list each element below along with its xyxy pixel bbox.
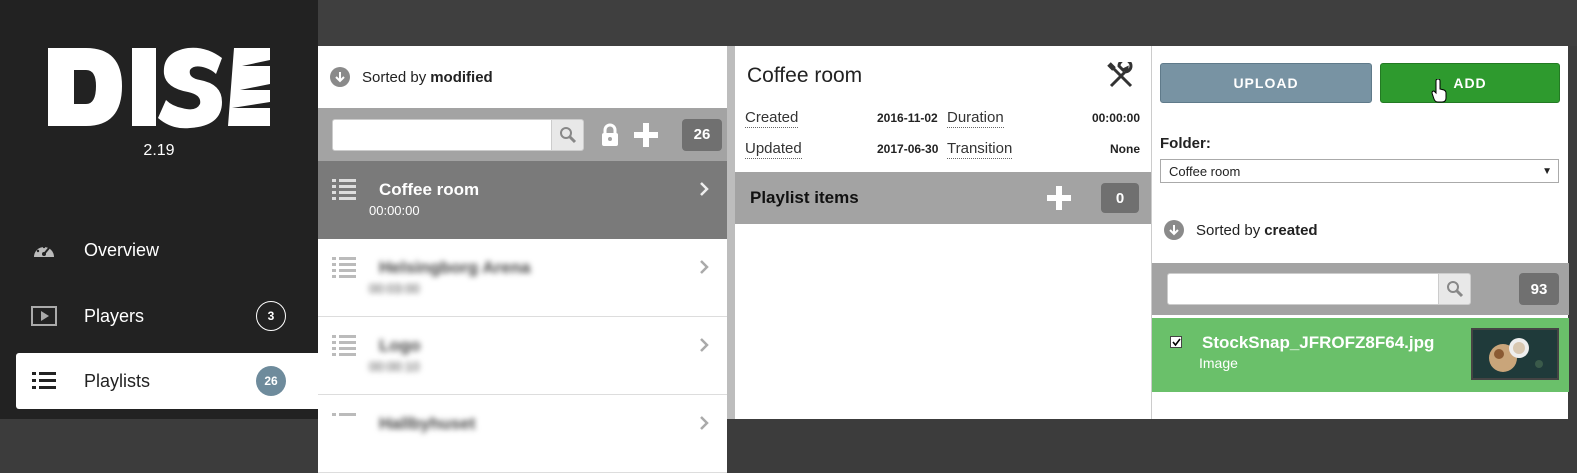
- settings-tools-icon[interactable]: [1107, 58, 1135, 95]
- top-bar: [318, 0, 1577, 46]
- nav-label: Playlists: [84, 370, 151, 391]
- media-thumbnail: [1471, 328, 1559, 380]
- list-icon: [332, 335, 356, 362]
- playlist-items-bar: Playlist items 0: [735, 172, 1151, 224]
- sort-down-icon[interactable]: [1164, 220, 1184, 240]
- add-button[interactable]: ADD: [1380, 63, 1560, 103]
- updated-label: Updated: [745, 140, 802, 159]
- playlist-items-count: 0: [1101, 183, 1139, 213]
- folder-select-value: Coffee room: [1169, 163, 1241, 179]
- playlist-item[interactable]: Helsingborg Arena 00:03:00: [318, 239, 727, 317]
- duration-label: Duration: [947, 109, 1004, 128]
- playlists-count-badge: 26: [256, 366, 286, 396]
- upload-button[interactable]: UPLOAD: [1160, 63, 1372, 103]
- add-playlist-icon[interactable]: [634, 122, 658, 147]
- search-icon[interactable]: [552, 118, 584, 151]
- playlist-detail-panel: Coffee room Created 2016-11-02 Duration …: [735, 46, 1151, 419]
- sort-prefix: Sorted by: [362, 68, 427, 86]
- playlist-item[interactable]: Logo 00:00:10: [318, 317, 727, 395]
- nav-label: Players: [84, 305, 145, 326]
- folder-label: Folder:: [1160, 135, 1211, 152]
- updated-value: 2017-06-30: [877, 142, 939, 156]
- playlist-item[interactable]: Hallbyhuset: [318, 395, 727, 473]
- playlist-duration: 00:03:00: [369, 281, 420, 296]
- list-icon: [30, 369, 58, 393]
- media-count: 93: [1519, 273, 1559, 305]
- transition-value: None: [1110, 142, 1140, 156]
- sort-down-icon[interactable]: [330, 67, 350, 87]
- playlist-title: Hallbyhuset: [379, 414, 476, 433]
- nav-overview[interactable]: Overview: [16, 222, 318, 278]
- add-item-icon[interactable]: [1047, 186, 1071, 210]
- playlist-item[interactable]: Coffee room 00:00:00: [318, 161, 727, 239]
- play-icon: [30, 304, 58, 328]
- list-icon: [332, 413, 356, 440]
- playlists-panel: Sorted by modified 26 Coffee room 00:00:…: [318, 46, 727, 473]
- nav-label: Overview: [84, 239, 160, 260]
- list-icon: [332, 179, 356, 206]
- chevron-right-icon: [699, 259, 709, 280]
- playlist-detail-title: Coffee room: [747, 64, 863, 87]
- playlists-search-input[interactable]: [332, 118, 552, 151]
- nav-playlists[interactable]: Playlists 26: [16, 353, 318, 409]
- nav-players[interactable]: Players 3: [16, 288, 318, 344]
- media-toolbar: 93: [1152, 263, 1569, 315]
- playlist-items-label: Playlist items: [750, 188, 859, 207]
- playlist-title: Helsingborg Arena: [379, 258, 531, 277]
- list-icon: [332, 257, 356, 284]
- created-value: 2016-11-02: [877, 111, 938, 125]
- playlist-title: Coffee room: [379, 180, 480, 199]
- add-button-label: ADD: [1453, 75, 1487, 91]
- media-panel: UPLOAD ADD Folder: Coffee room ▼ Sorted …: [1151, 46, 1569, 419]
- column-divider[interactable]: [727, 46, 735, 419]
- chevron-down-icon: ▼: [1542, 165, 1552, 177]
- chevron-right-icon: [699, 181, 709, 202]
- playlists-sort-row[interactable]: Sorted by modified: [318, 46, 727, 108]
- chevron-right-icon: [699, 415, 709, 436]
- playlist-duration: 00:00:00: [369, 203, 420, 218]
- sort-field: modified: [430, 68, 493, 86]
- players-count-badge: 3: [256, 301, 286, 331]
- created-label: Created: [745, 109, 799, 128]
- sort-field: created: [1264, 221, 1318, 239]
- media-sort-row[interactable]: Sorted by created: [1164, 220, 1318, 240]
- media-checkbox[interactable]: [1170, 336, 1182, 348]
- sidebar: 2.19 Overview Players 3 Playlists 26: [0, 0, 318, 419]
- dise-logo: [46, 44, 272, 130]
- media-type: Image: [1199, 355, 1238, 371]
- lock-icon[interactable]: [600, 123, 620, 147]
- search-icon[interactable]: [1439, 273, 1471, 305]
- duration-value: 00:00:00: [1091, 111, 1140, 125]
- playlists-toolbar: 26: [318, 108, 727, 161]
- media-search-input[interactable]: [1167, 273, 1439, 305]
- folder-select[interactable]: Coffee room ▼: [1160, 159, 1559, 183]
- media-list-item[interactable]: StockSnap_JFROFZ8F64.jpg Image: [1152, 318, 1569, 392]
- playlist-title: Logo: [379, 336, 421, 355]
- dashboard-icon: [30, 238, 58, 262]
- media-name: StockSnap_JFROFZ8F64.jpg: [1202, 333, 1435, 352]
- sort-prefix: Sorted by: [1196, 221, 1261, 239]
- chevron-right-icon: [699, 337, 709, 358]
- playlist-duration: 00:00:10: [369, 359, 420, 374]
- transition-label: Transition: [947, 140, 1013, 159]
- app-version: 2.19: [143, 142, 175, 159]
- playlists-count: 26: [682, 118, 722, 151]
- hand-cursor-icon: [1431, 78, 1447, 106]
